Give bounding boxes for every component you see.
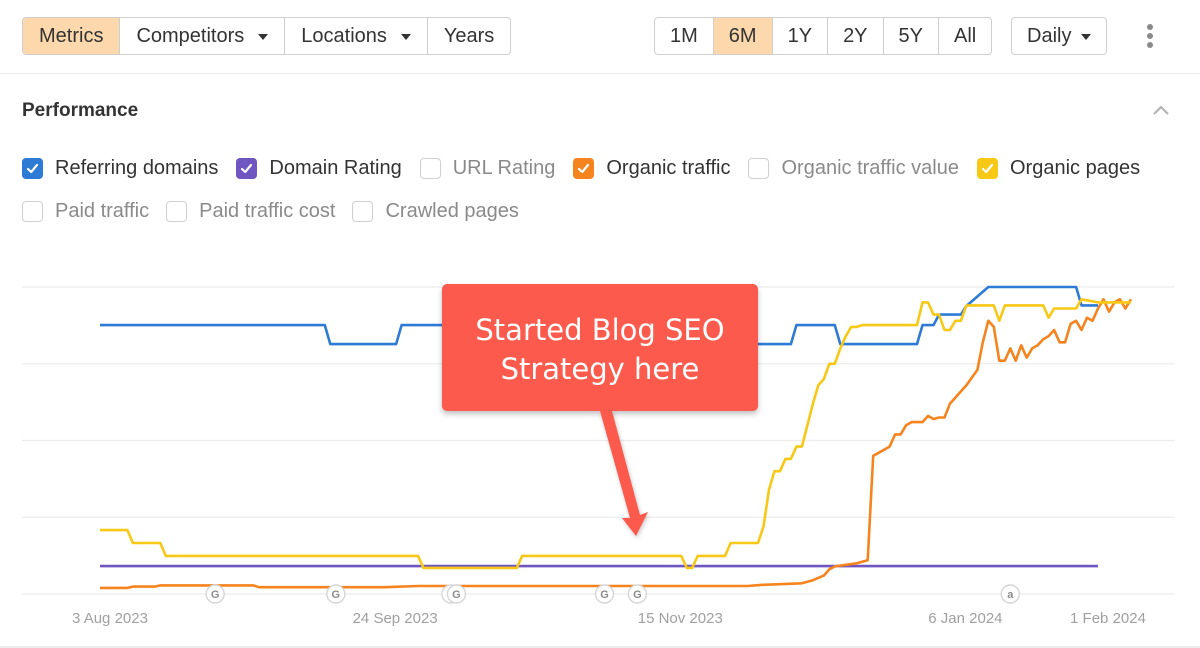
marker-label: a [1007, 589, 1014, 601]
checkbox[interactable] [352, 201, 374, 222]
caret-down-icon [1081, 34, 1092, 40]
checkbox[interactable] [419, 158, 441, 179]
tab-metrics-label: Metrics [39, 25, 104, 47]
range-label: 1M [670, 25, 698, 47]
toolbar: Metrics Competitors Locations Years 1M 6… [0, 0, 1200, 74]
legend-label: Organic traffic [606, 157, 731, 179]
ahrefs-update-marker[interactable]: a [1000, 584, 1020, 604]
legend-label: Paid traffic cost [199, 200, 336, 222]
x-axis-ticks: 3 Aug 2023 24 Sep 2023 15 Nov 2023 6 Jan 20… [72, 610, 1146, 627]
legend-item-organic-pages[interactable]: Organic pages [976, 157, 1141, 180]
marker-label: G [211, 589, 220, 601]
legend-item-domain-rating[interactable]: Domain Rating [236, 157, 402, 180]
legend-item-paid-traffic[interactable]: Paid traffic [22, 200, 149, 223]
caret-down-icon [258, 34, 269, 40]
checkbox[interactable] [166, 201, 188, 222]
x-tick-label: 1 Feb 2024 [1070, 610, 1146, 627]
annotation-callout: Started Blog SEO Strategy here [442, 284, 758, 411]
marker-label: G [633, 589, 642, 601]
checkbox[interactable] [22, 158, 43, 179]
range-label: All [954, 25, 977, 47]
chevron-up-icon[interactable] [1153, 104, 1169, 116]
legend-label: Paid traffic [55, 200, 150, 222]
x-tick-label: 15 Nov 2023 [638, 610, 723, 627]
legend-label: Crawled pages [385, 200, 519, 222]
checkbox[interactable] [22, 201, 43, 222]
checkmark-icon [981, 163, 994, 174]
checkmark-icon [26, 163, 39, 174]
caret-down-icon [400, 34, 411, 40]
legend-item-paid-traffic-cost[interactable]: Paid traffic cost [166, 200, 335, 223]
marker-label: G [452, 589, 461, 601]
legend-row: Paid traffic Paid traffic cost Crawled pag… [22, 200, 536, 223]
legend-item-organic-traffic-value[interactable]: Organic traffic value [748, 157, 959, 180]
range-label: 6M [728, 25, 757, 47]
view-tabs: Metrics Competitors Locations Years [22, 17, 512, 55]
legend-label: Organic traffic value [781, 157, 959, 179]
range-label: 2Y [843, 25, 868, 47]
checkbox[interactable] [236, 158, 258, 179]
annotation-line-1: Started Blog SEO [475, 313, 725, 347]
tab-years-label: Years [443, 25, 495, 47]
tab-metrics[interactable]: Metrics [23, 18, 120, 54]
range-label: 5Y [898, 25, 923, 47]
legend-row: Referring domains Domain Rating URL Rating… [22, 157, 1158, 180]
legend-item-organic-traffic[interactable]: Organic traffic [573, 157, 730, 180]
range-5y-button[interactable]: 5Y [882, 18, 938, 54]
interval-label: Daily [1027, 25, 1072, 47]
checkmark-icon [578, 163, 590, 174]
legend-label: Domain Rating [269, 157, 402, 179]
x-tick-label: 24 Sep 2023 [353, 610, 438, 627]
legend-item-url-rating[interactable]: URL Rating [419, 157, 556, 180]
annotation-line-2: Strategy here [500, 352, 700, 386]
marker-label: G [600, 589, 609, 601]
google-update-marker[interactable]: G [627, 584, 648, 604]
competitors-dropdown[interactable]: Competitors [119, 18, 284, 54]
legend-item-crawled-pages[interactable]: Crawled pages [352, 200, 519, 223]
range-1y-button[interactable]: 1Y [771, 18, 827, 54]
google-update-marker[interactable]: G [446, 584, 467, 604]
range-1m-button[interactable]: 1M [655, 18, 713, 54]
vertical-ellipsis-icon[interactable] [1143, 24, 1157, 48]
checkbox[interactable] [976, 158, 998, 179]
legend-label: URL Rating [452, 157, 556, 179]
range-6m-button[interactable]: 6M [712, 18, 772, 54]
interval-dropdown[interactable]: Daily [1012, 18, 1106, 54]
legend-label: Referring domains [55, 157, 219, 179]
x-tick-label: 6 Jan 2024 [928, 610, 1002, 627]
google-update-marker[interactable]: G [594, 584, 615, 604]
range-2y-button[interactable]: 2Y [827, 18, 882, 54]
google-update-marker[interactable]: G [326, 584, 346, 604]
checkmark-icon [241, 163, 253, 174]
range-label: 1Y [787, 25, 813, 47]
locations-label: Locations [301, 25, 387, 47]
tab-years[interactable]: Years [426, 18, 510, 54]
date-range-selector: 1M 6M 1Y 2Y 5Y All [654, 17, 993, 55]
x-tick-label: 3 Aug 2023 [72, 610, 148, 627]
locations-dropdown[interactable]: Locations [284, 18, 427, 54]
legend-label: Organic pages [1009, 157, 1141, 179]
legend-item-referring-domains[interactable]: Referring domains [22, 157, 218, 180]
marker-label: G [332, 589, 341, 601]
competitors-label: Competitors [136, 25, 245, 47]
interval-selector: Daily [1011, 17, 1108, 55]
checkbox[interactable] [748, 158, 770, 179]
section-title: Performance [22, 100, 139, 121]
range-all-button[interactable]: All [938, 18, 991, 54]
checkbox[interactable] [573, 158, 595, 179]
google-update-marker[interactable]: G [205, 584, 225, 604]
